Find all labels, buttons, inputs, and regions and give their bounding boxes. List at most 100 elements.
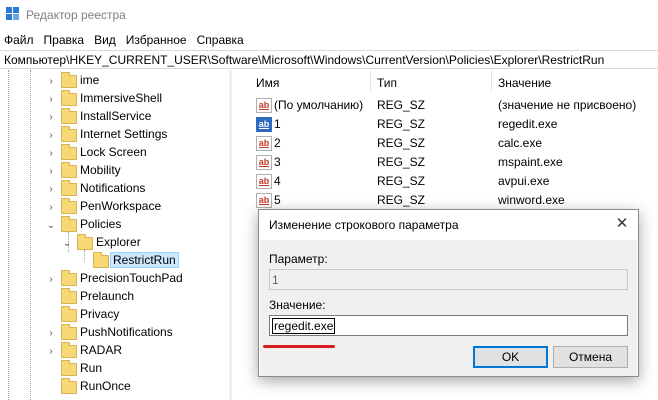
tree-item-privacy[interactable]: Privacy [0, 306, 229, 324]
tree-item-label: Internet Settings [80, 127, 168, 141]
value-label: Значение: [269, 298, 326, 312]
chevron-right-icon[interactable]: › [45, 270, 57, 288]
dialog-body: Параметр: 1 Значение: regedit.exe OK Отм… [260, 240, 637, 376]
row-name: 3 [274, 155, 281, 169]
cancel-button[interactable]: Отмена [553, 346, 628, 368]
tree-item-runonce[interactable]: RunOnce [0, 378, 229, 396]
chevron-right-icon[interactable]: › [45, 90, 57, 108]
tree-expander [77, 252, 89, 270]
tree-item-penworkspace[interactable]: › PenWorkspace [0, 198, 229, 216]
row-type: REG_SZ [377, 98, 426, 112]
tree-item-immersiveshell[interactable]: › ImmersiveShell [0, 90, 229, 108]
tree-item-label: Notifications [80, 181, 146, 195]
string-value-icon: ab [256, 98, 272, 113]
tree-item-policies[interactable]: ⌄ Policies [0, 216, 229, 234]
chevron-right-icon[interactable]: › [45, 108, 57, 126]
tree-item-label: Prelaunch [80, 289, 135, 303]
string-value-icon: ab [256, 155, 272, 170]
tree-item-run[interactable]: Run [0, 360, 229, 378]
value-data-text: regedit.exe [272, 318, 336, 334]
row-type: REG_SZ [377, 174, 426, 188]
row-type: REG_SZ [377, 136, 426, 150]
folder-icon [61, 180, 77, 196]
row-name: (По умолчанию) [274, 98, 364, 112]
menu-edit[interactable]: Правка [39, 33, 90, 47]
tree-item-pushnotifications[interactable]: › PushNotifications [0, 324, 229, 342]
param-name-field: 1 [269, 269, 628, 290]
row-type: REG_SZ [377, 117, 426, 131]
list-row[interactable]: ab 3 REG_SZ mspaint.exe [232, 153, 658, 172]
tree-item-restrictrun[interactable]: RestrictRun [0, 252, 229, 270]
folder-icon [61, 108, 77, 124]
tree-item-lock-screen[interactable]: › Lock Screen [0, 144, 229, 162]
address-bar[interactable]: Компьютер\HKEY_CURRENT_USER\Software\Mic… [0, 50, 658, 69]
menu-file[interactable]: Файл [0, 33, 39, 47]
folder-icon [61, 198, 77, 214]
list-row[interactable]: ab 1 REG_SZ regedit.exe [232, 115, 658, 134]
registry-editor-icon [6, 7, 19, 20]
list-row[interactable]: ab 5 REG_SZ winword.exe [232, 191, 658, 210]
chevron-right-icon[interactable]: › [45, 198, 57, 216]
tree-item-installservice[interactable]: › InstallService [0, 108, 229, 126]
folder-icon [61, 324, 77, 340]
folder-icon [61, 360, 77, 376]
chevron-right-icon[interactable]: › [45, 180, 57, 198]
chevron-right-icon[interactable]: › [45, 162, 57, 180]
address-path[interactable]: Компьютер\HKEY_CURRENT_USER\Software\Mic… [4, 53, 604, 67]
close-icon[interactable]: ✕ [612, 214, 632, 234]
chevron-down-icon[interactable]: ⌄ [45, 216, 57, 234]
tree-expander [45, 288, 57, 306]
row-value: winword.exe [498, 193, 565, 207]
row-type: REG_SZ [377, 155, 426, 169]
folder-icon [61, 342, 77, 358]
tree-item-explorer[interactable]: ⌄ Explorer [0, 234, 229, 252]
edit-string-dialog: Изменение строкового параметра ✕ Парамет… [258, 209, 639, 377]
menu-favorites[interactable]: Избранное [121, 33, 192, 47]
column-header-type[interactable]: Тип [377, 76, 397, 90]
string-value-icon: ab [256, 174, 272, 189]
chevron-right-icon[interactable]: › [45, 72, 57, 90]
tree-expander [45, 378, 57, 396]
title-bar: Редактор реестра [0, 0, 658, 30]
tree-item-label: ime [80, 73, 100, 87]
row-value: (значение не присвоено) [498, 98, 637, 112]
tree-item-notifications[interactable]: › Notifications [0, 180, 229, 198]
tree-item-label: RunOnce [80, 379, 131, 393]
tree-item-label: RestrictRun [110, 252, 179, 268]
tree-item-radar[interactable]: › RADAR [0, 342, 229, 360]
column-header-name[interactable]: Имя [256, 76, 279, 90]
folder-open-icon [77, 234, 93, 250]
tree-item-prelaunch[interactable]: Prelaunch [0, 288, 229, 306]
list-row[interactable]: ab 2 REG_SZ calc.exe [232, 134, 658, 153]
value-data-input[interactable]: regedit.exe [269, 315, 628, 336]
chevron-right-icon[interactable]: › [45, 126, 57, 144]
string-value-icon: ab [256, 136, 272, 151]
menu-help[interactable]: Справка [192, 33, 249, 47]
window-title: Редактор реестра [26, 8, 126, 22]
list-row[interactable]: ab (По умолчанию) REG_SZ (значение не пр… [232, 96, 658, 115]
ok-button[interactable]: OK [473, 346, 548, 368]
tree-item-internet-settings[interactable]: › Internet Settings [0, 126, 229, 144]
chevron-right-icon[interactable]: › [45, 144, 57, 162]
tree-item-label: InstallService [80, 109, 152, 123]
tree-item-precisiontouchpad[interactable]: › PrecisionTouchPad [0, 270, 229, 288]
tree-item-ime[interactable]: › ime [0, 72, 229, 90]
tree-expander [45, 360, 57, 378]
highlight-underline [263, 345, 335, 348]
list-row[interactable]: ab 4 REG_SZ avpui.exe [232, 172, 658, 191]
folder-icon [61, 378, 77, 394]
folder-icon [61, 126, 77, 142]
chevron-right-icon[interactable]: › [45, 342, 57, 360]
tree-item-label: Run [80, 361, 103, 375]
chevron-down-icon[interactable]: ⌄ [61, 234, 73, 252]
column-divider[interactable] [370, 70, 371, 92]
column-divider[interactable] [491, 70, 492, 92]
registry-tree[interactable]: › ime › ImmersiveShell › InstallService … [0, 70, 229, 400]
row-value: mspaint.exe [498, 155, 563, 169]
folder-icon [61, 162, 77, 178]
string-value-icon: ab [256, 193, 272, 208]
chevron-right-icon[interactable]: › [45, 324, 57, 342]
column-header-value[interactable]: Значение [498, 76, 551, 90]
tree-item-mobility[interactable]: › Mobility [0, 162, 229, 180]
menu-view[interactable]: Вид [89, 33, 121, 47]
